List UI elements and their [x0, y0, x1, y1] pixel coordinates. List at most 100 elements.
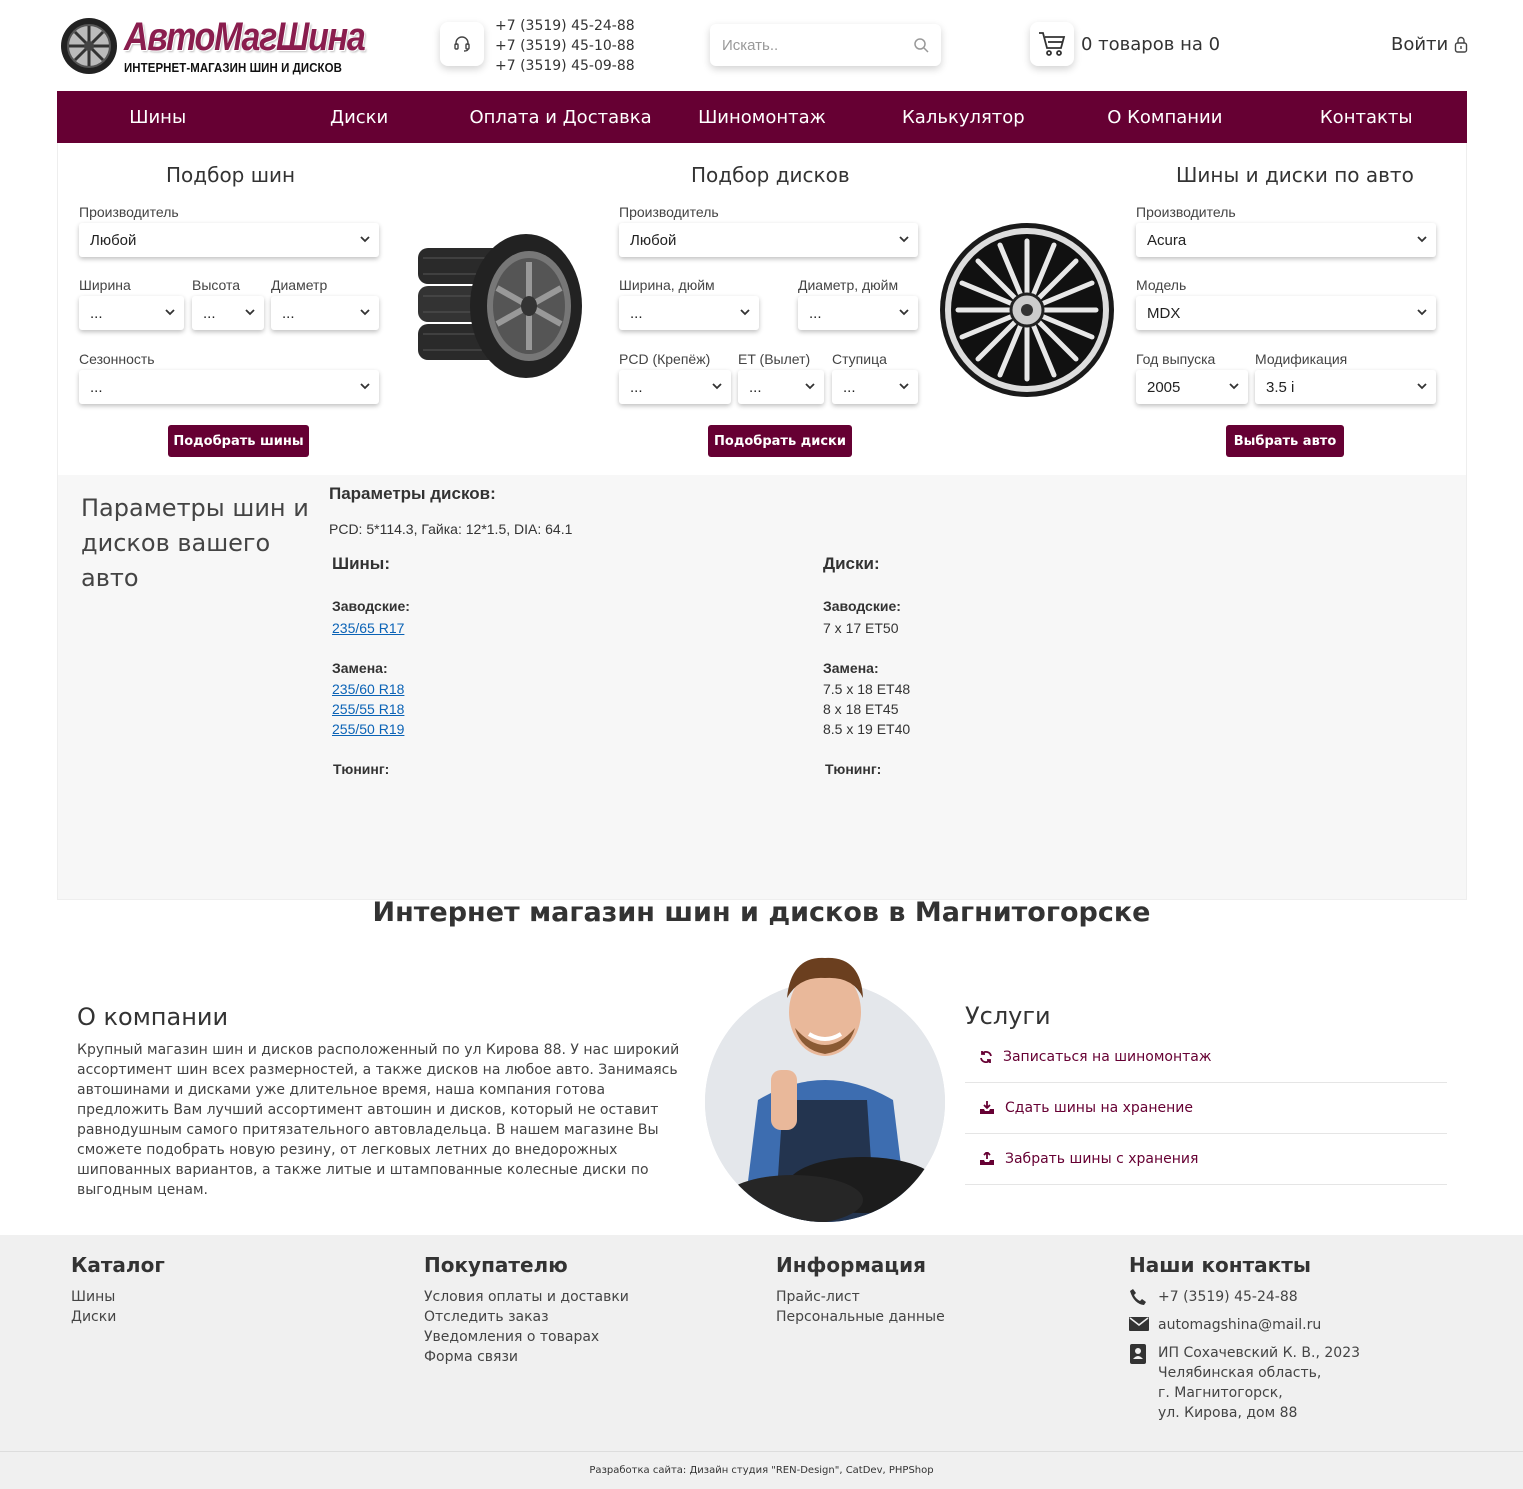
footer-buyer-title: Покупателю — [424, 1253, 568, 1277]
cart-button[interactable] — [1030, 22, 1074, 66]
tire-height-select[interactable]: ... — [192, 296, 264, 330]
nav-item-payment-delivery[interactable]: Оплата и Доставка — [460, 91, 661, 143]
disks-label: Диски: — [823, 554, 880, 573]
select-car-button[interactable]: Выбрать авто — [1226, 425, 1344, 457]
car-manufacturer-label: Производитель — [1136, 204, 1236, 220]
car-manufacturer-select[interactable]: Acura — [1136, 223, 1436, 257]
search-input[interactable] — [710, 24, 900, 66]
disk-manufacturer-select[interactable]: Любой — [619, 223, 918, 257]
footer-link[interactable]: Прайс-лист — [776, 1287, 945, 1307]
footer-link[interactable]: Условия оплаты и доставки — [424, 1287, 629, 1307]
footer-email[interactable]: automagshina@mail.ru — [1129, 1315, 1360, 1335]
disk-et-select[interactable]: ... — [738, 370, 824, 404]
logo-subtitle: ИНТЕРНЕТ-МАГАЗИН ШИН И ДИСКОВ — [124, 60, 342, 75]
site-logo[interactable]: АвтоМагШина ИНТЕРНЕТ-МАГАЗИН ШИН И ДИСКО… — [60, 15, 366, 79]
disk-params-value: PCD: 5*114.3, Гайка: 12*1.5, DIA: 64.1 — [329, 521, 573, 537]
footer-buyer: Покупателю Условия оплаты и доставки Отс… — [424, 1253, 629, 1367]
service-link-pickup-tires[interactable]: Забрать шины с хранения — [965, 1134, 1447, 1185]
car-filter-title: Шины и диски по авто — [1176, 163, 1414, 187]
copyright: Разработка сайта: Дизайн студия "REN-Des… — [0, 1451, 1523, 1489]
phone-number[interactable]: +7 (3519) 45-10-88 — [495, 36, 635, 56]
select-value: Любой — [90, 231, 137, 249]
disk-diameter-select[interactable]: ... — [798, 296, 918, 330]
footer-link[interactable]: Отследить заказ — [424, 1307, 629, 1327]
alloy-wheel-image — [940, 223, 1114, 397]
tire-size-link[interactable]: 235/60 R18 — [332, 681, 404, 697]
tire-manufacturer-select[interactable]: Любой — [79, 223, 379, 257]
address-line: Челябинская область, — [1158, 1365, 1322, 1381]
phone-icon — [1130, 1289, 1146, 1305]
phone-number[interactable]: +7 (3519) 45-09-88 — [495, 56, 635, 76]
car-model-select[interactable]: MDX — [1136, 296, 1436, 330]
nav-item-calculator[interactable]: Калькулятор — [863, 91, 1064, 143]
tires-replace-label: Замена: — [332, 660, 388, 676]
chevron-down-icon — [165, 309, 175, 316]
disk-width-select[interactable]: ... — [619, 296, 759, 330]
footer-info: Информация Прайс-лист Персональные данны… — [776, 1253, 945, 1327]
search-icon[interactable] — [913, 37, 929, 53]
tire-size-link[interactable]: 255/55 R18 — [332, 701, 404, 717]
about-text: Крупный магазин шин и дисков расположенн… — [77, 1042, 680, 1198]
tires-tuning-label: Тюнинг: — [333, 761, 390, 777]
login-link[interactable]: Войти — [1391, 34, 1468, 55]
disk-et-label: ET (Вылет) — [738, 351, 811, 367]
tire-size-link[interactable]: 255/50 R19 — [332, 721, 404, 737]
chevron-down-icon — [899, 309, 909, 316]
footer: Каталог Шины Диски Покупателю Условия оп… — [0, 1235, 1523, 1451]
chevron-down-icon — [712, 383, 722, 390]
service-label: Записаться на шиномонтаж — [1003, 1049, 1212, 1065]
tire-diameter-select[interactable]: ... — [271, 296, 379, 330]
tire-size-link[interactable]: 235/65 R17 — [332, 620, 404, 636]
select-value: ... — [630, 378, 643, 396]
tire-season-select[interactable]: ... — [79, 370, 379, 404]
service-link-tire-fitting[interactable]: Записаться на шиномонтаж — [965, 1032, 1447, 1083]
nav-item-tires[interactable]: Шины — [57, 91, 258, 143]
disk-hub-select[interactable]: ... — [832, 370, 918, 404]
disk-filter-title: Подбор дисков — [691, 163, 850, 187]
disk-size-value: 8.5 x 19 ET40 — [823, 721, 911, 737]
header: АвтоМагШина ИНТЕРНЕТ-МАГАЗИН ШИН И ДИСКО… — [0, 0, 1523, 91]
upload-tray-icon — [980, 1152, 994, 1165]
nav-item-disks[interactable]: Диски — [258, 91, 459, 143]
find-disks-button[interactable]: Подобрать диски — [708, 425, 852, 457]
disk-diameter-label: Диаметр, дюйм — [798, 277, 899, 293]
call-button[interactable] — [440, 22, 484, 66]
service-label: Забрать шины с хранения — [1005, 1151, 1199, 1167]
select-value: MDX — [1147, 304, 1181, 322]
footer-link[interactable]: Персональные данные — [776, 1307, 945, 1327]
cart-summary[interactable]: 0 товаров на 0 — [1081, 34, 1220, 55]
car-year-select[interactable]: 2005 — [1136, 370, 1248, 404]
disk-manufacturer-label: Производитель — [619, 204, 719, 220]
footer-link[interactable]: Уведомления о товарах — [424, 1327, 629, 1347]
footer-link[interactable]: Шины — [71, 1287, 165, 1307]
footer-address: ИП Сохачевский К. В., 2023 Челябинская о… — [1129, 1343, 1360, 1423]
tire-width-select[interactable]: ... — [79, 296, 184, 330]
nav-item-tire-service[interactable]: Шиномонтаж — [661, 91, 862, 143]
select-value: ... — [90, 304, 103, 322]
main-nav: Шины Диски Оплата и Доставка Шиномонтаж … — [57, 91, 1467, 143]
chevron-down-icon — [1229, 383, 1239, 390]
footer-link[interactable]: Диски — [71, 1307, 165, 1327]
find-tires-button[interactable]: Подобрать шины — [168, 425, 309, 457]
service-link-store-tires[interactable]: Сдать шины на хранение — [965, 1083, 1447, 1134]
phone-list: +7 (3519) 45-24-88 +7 (3519) 45-10-88 +7… — [495, 16, 635, 76]
services-title: Услуги — [965, 1002, 1051, 1030]
tire-width-label: Ширина — [79, 277, 131, 293]
select-value: ... — [90, 378, 103, 396]
car-modification-select[interactable]: 3.5 i — [1255, 370, 1436, 404]
tires-label: Шины: — [332, 554, 390, 573]
select-value: Acura — [1147, 231, 1187, 249]
footer-phone[interactable]: +7 (3519) 45-24-88 — [1129, 1287, 1360, 1307]
nav-item-about[interactable]: О Компании — [1064, 91, 1265, 143]
chevron-down-icon — [360, 383, 370, 390]
filter-panel: Подбор шин Производитель Любой Ширина ..… — [57, 143, 1467, 475]
select-value: 3.5 i — [1266, 378, 1295, 396]
chevron-down-icon — [740, 309, 750, 316]
footer-link[interactable]: Форма связи — [424, 1347, 629, 1367]
nav-item-contacts[interactable]: Контакты — [1266, 91, 1467, 143]
footer-info-title: Информация — [776, 1253, 926, 1277]
download-tray-icon — [980, 1101, 994, 1114]
disk-pcd-select[interactable]: ... — [619, 370, 731, 404]
footer-catalog-title: Каталог — [71, 1253, 165, 1277]
phone-number[interactable]: +7 (3519) 45-24-88 — [495, 16, 635, 36]
